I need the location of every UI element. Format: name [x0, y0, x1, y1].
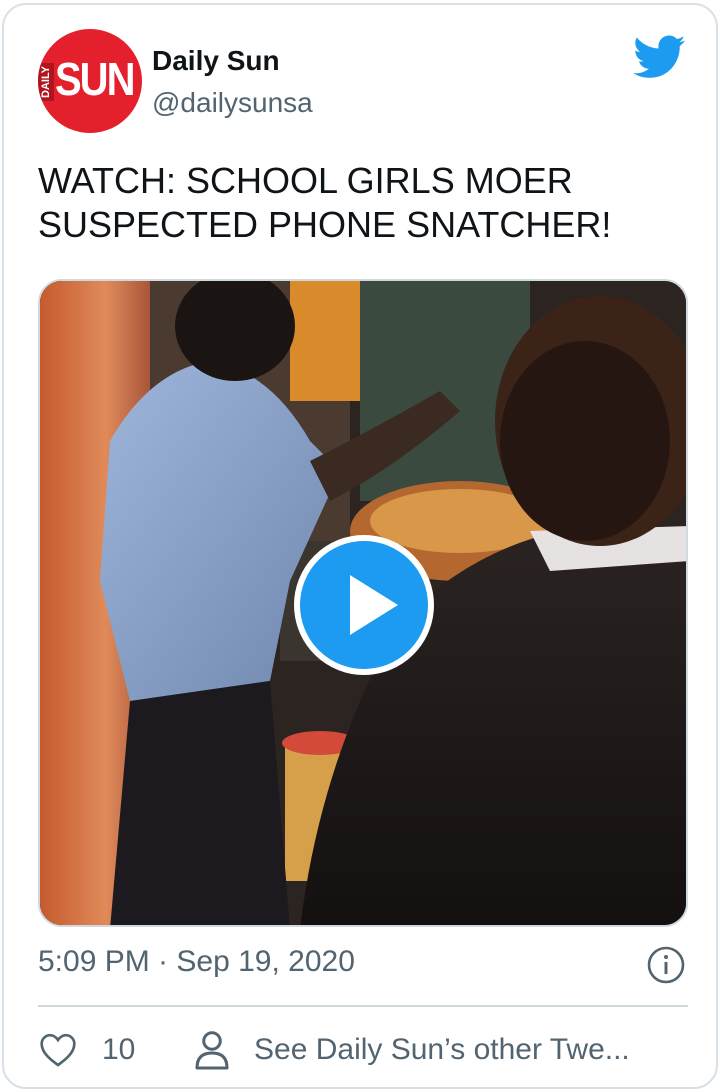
info-icon[interactable] — [646, 945, 686, 985]
avatar-daily-text: DAILY — [38, 63, 54, 101]
play-icon — [350, 575, 398, 635]
avatar[interactable]: DAILY SUN — [38, 29, 142, 133]
play-button[interactable] — [294, 535, 434, 675]
video-thumbnail[interactable] — [38, 279, 688, 927]
divider — [38, 1005, 688, 1007]
display-name[interactable]: Daily Sun — [152, 45, 280, 77]
tweet-actions: 10 See Daily Sun’s other Twe... — [38, 1027, 688, 1077]
person-icon[interactable] — [194, 1029, 230, 1071]
see-other-tweets-link[interactable]: See Daily Sun’s other Twe... — [254, 1033, 630, 1067]
like-count[interactable]: 10 — [102, 1033, 135, 1067]
heart-icon[interactable] — [38, 1029, 78, 1069]
tweet-text: WATCH: SCHOOL GIRLS MOER SUSPECTED PHONE… — [38, 160, 612, 245]
tweet-timestamp[interactable]: 5:09 PM · Sep 19, 2020 — [38, 945, 355, 979]
tweet-card[interactable]: DAILY SUN Daily Sun @dailysunsa WATCH: S… — [2, 3, 718, 1089]
twitter-bird-icon[interactable] — [634, 35, 686, 79]
tweet-header: DAILY SUN Daily Sun @dailysunsa — [38, 29, 688, 139]
account-handle[interactable]: @dailysunsa — [152, 87, 313, 119]
avatar-sun-text: SUN — [55, 54, 135, 106]
